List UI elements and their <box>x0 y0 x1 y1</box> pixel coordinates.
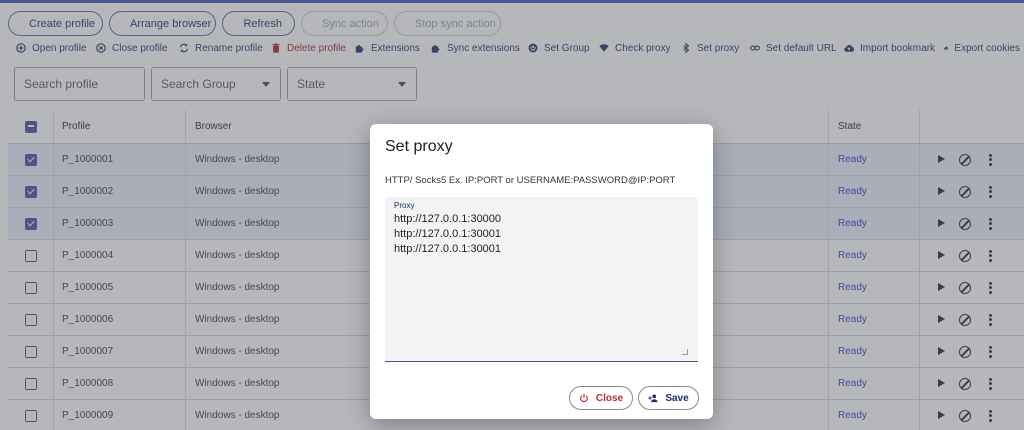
proxy-textarea[interactable] <box>394 212 689 352</box>
proxy-field: Proxy <box>385 197 698 362</box>
save-button[interactable]: Save <box>638 386 699 410</box>
dialog-title: Set proxy <box>385 138 453 155</box>
set-proxy-dialog: Set proxy HTTP/ Socks5 Ex. IP:PORT or US… <box>370 124 713 419</box>
proxy-field-label: Proxy <box>394 201 415 210</box>
resize-grip-icon[interactable] <box>682 349 688 355</box>
power-icon <box>579 393 588 403</box>
person-add-icon <box>648 394 658 403</box>
save-button-label: Save <box>665 392 689 404</box>
close-button-label: Close <box>595 392 624 404</box>
close-button[interactable]: Close <box>569 386 633 410</box>
proxy-format-hint: HTTP/ Socks5 Ex. IP:PORT or USERNAME:PAS… <box>385 175 676 186</box>
